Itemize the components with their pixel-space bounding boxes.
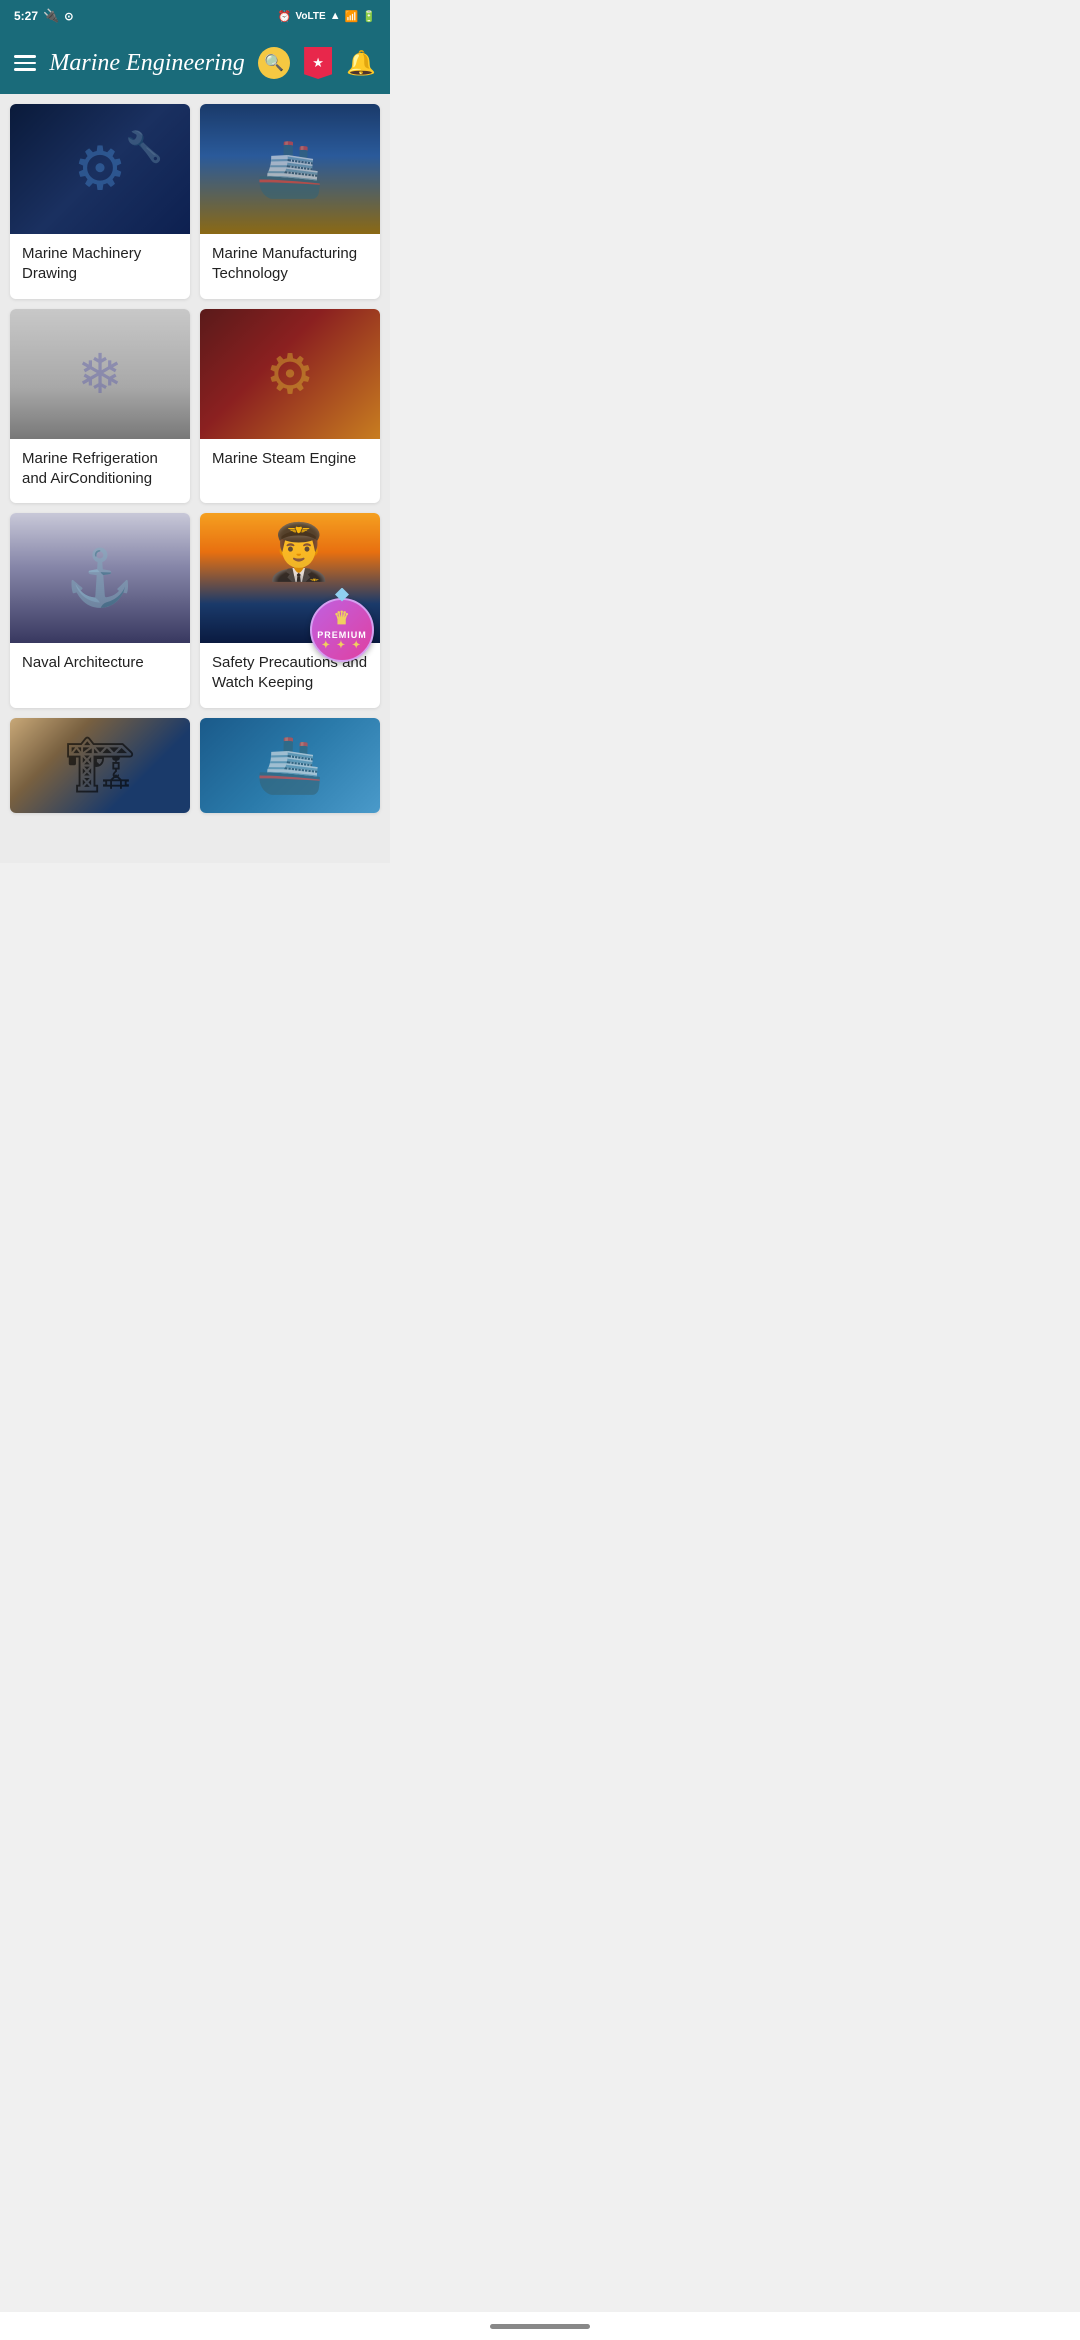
- card-naval-architecture[interactable]: Naval Architecture: [10, 513, 190, 708]
- wifi-icon: ▲: [330, 10, 341, 22]
- bookmark-icon: ★: [312, 55, 324, 71]
- volte-icon: VoLTE: [296, 11, 326, 22]
- search-button[interactable]: 🔍: [258, 47, 290, 79]
- search-icon: 🔍: [264, 53, 284, 73]
- card-marine-refrigeration[interactable]: Marine Refrigeration and AirConditioning: [10, 309, 190, 504]
- app-bar: Marine Engineering 🔍 ★ 🔔: [0, 32, 390, 94]
- status-time: 5:27: [14, 9, 38, 23]
- card-image-ship-build: [200, 104, 380, 234]
- card-label-naval: Naval Architecture: [10, 643, 190, 695]
- card-marine-manufacturing-technology[interactable]: Marine Manufacturing Technology: [200, 104, 380, 299]
- card-partial-image-1: [10, 718, 190, 813]
- notification-button[interactable]: 🔔: [346, 49, 376, 78]
- premium-stars: ✦ ✦ ✦: [322, 640, 363, 651]
- alarm-icon: ⏰: [278, 10, 292, 23]
- bookmark-button[interactable]: ★: [304, 47, 332, 79]
- signal1-icon: 📶: [345, 10, 359, 23]
- partial-cards-row: [0, 718, 390, 863]
- premium-label: PREMIUM: [317, 630, 367, 640]
- status-bar: 5:27 🔌 ⊙ ⏰ VoLTE ▲ 📶 🔋: [0, 0, 390, 32]
- card-image-naval: [10, 513, 190, 643]
- card-safety-precautions[interactable]: Safety Precautions and Watch Keeping PRE…: [200, 513, 380, 708]
- card-label-steam-engine: Marine Steam Engine: [200, 439, 380, 491]
- premium-badge: PREMIUM ✦ ✦ ✦: [310, 598, 374, 662]
- card-image-steam-engine: [200, 309, 380, 439]
- card-image-machinery: [10, 104, 190, 234]
- usb-icon: 🔌: [43, 8, 59, 24]
- card-label-refrigeration: Marine Refrigeration and AirConditioning: [10, 439, 190, 504]
- card-label-machinery: Marine Machinery Drawing: [10, 234, 190, 299]
- bell-icon: 🔔: [346, 50, 376, 77]
- card-marine-steam-engine[interactable]: Marine Steam Engine: [200, 309, 380, 504]
- card-partial-1[interactable]: [10, 718, 190, 813]
- card-marine-machinery-drawing[interactable]: Marine Machinery Drawing: [10, 104, 190, 299]
- home-indicator: [490, 2324, 590, 2329]
- menu-button[interactable]: [14, 55, 36, 71]
- cards-grid: Marine Machinery Drawing Marine Manufact…: [0, 94, 390, 718]
- card-label-manufacturing: Marine Manufacturing Technology: [200, 234, 380, 299]
- bottom-bar: [0, 2312, 1080, 2340]
- app-title: Marine Engineering: [36, 50, 258, 77]
- circle-icon: ⊙: [64, 10, 73, 23]
- card-partial-2[interactable]: [200, 718, 380, 813]
- status-icons-area: ⏰ VoLTE ▲ 📶 🔋: [278, 10, 376, 23]
- battery-icon: 🔋: [362, 10, 376, 23]
- card-partial-image-2: [200, 718, 380, 813]
- status-time-area: 5:27 🔌 ⊙: [14, 8, 73, 24]
- card-image-refrigeration: [10, 309, 190, 439]
- app-bar-icons: 🔍 ★ 🔔: [258, 47, 376, 79]
